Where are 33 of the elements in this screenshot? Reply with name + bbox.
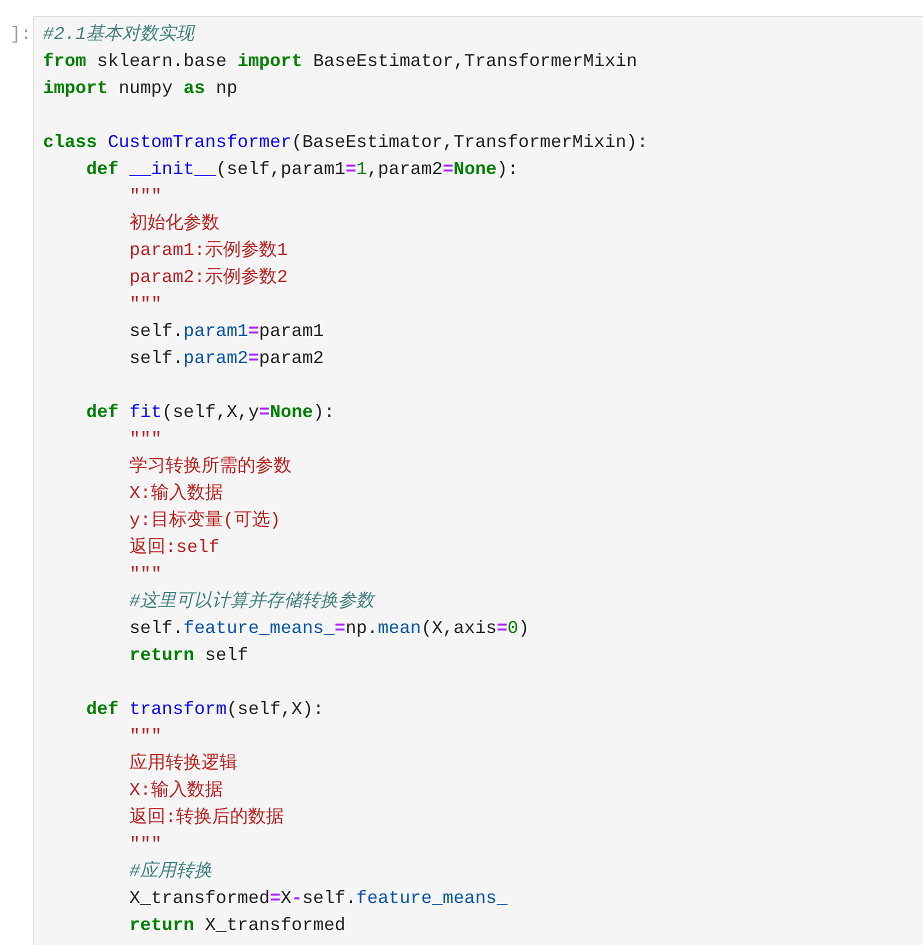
code-line: #这里可以计算并存储转换参数 <box>129 590 374 614</box>
code-line: 返回:self <box>129 536 220 560</box>
code-line: param1:示例参数1 <box>129 239 288 263</box>
code-line: X:输入数据 <box>129 482 223 506</box>
code-cell[interactable] <box>33 16 923 945</box>
code-line: """ <box>129 429 162 452</box>
code-line: param2:示例参数2 <box>129 266 288 290</box>
code-line: """ <box>129 186 162 209</box>
code-line: """ <box>129 294 162 317</box>
code-line: class CustomTransformer(BaseEstimator,TransformerMixin): <box>43 132 648 155</box>
code-line: y:目标变量(可选) <box>129 508 281 533</box>
code-line: self.feature_means_=np.mean(X,axis=0) <box>129 618 530 641</box>
code-line: return X_transformed <box>129 915 346 938</box>
code-line: 返回:转换后的数据 <box>129 806 284 830</box>
code-line: """ <box>129 564 162 587</box>
code-line: """ <box>129 726 162 749</box>
code-line: def fit(self,X,y=None): <box>86 402 335 425</box>
cell-prompt: ]: <box>9 24 33 47</box>
code-line: 应用转换逻辑 <box>129 752 238 776</box>
code-line: #2.1基本对数实现 <box>43 22 194 47</box>
code-line: def transform(self,X): <box>86 699 324 722</box>
code-line: def __init__(self,param1=1,param2=None): <box>86 159 518 182</box>
code-line: """ <box>129 834 162 857</box>
code-line: 初始化参数 <box>129 212 220 236</box>
code-line: self.param2=param2 <box>129 348 324 371</box>
code-line: X_transformed=X-self.feature_means_ <box>129 888 508 911</box>
code-line: 学习转换所需的参数 <box>129 455 292 479</box>
code-line: self.param1=param1 <box>129 321 324 344</box>
code-line: #应用转换 <box>129 860 212 884</box>
code-line: from sklearn.base import BaseEstimator,TransformerMixin <box>43 51 638 74</box>
code-line: import numpy as np <box>43 78 238 101</box>
code-line: X:输入数据 <box>129 779 223 803</box>
code-line: return self <box>129 645 248 668</box>
